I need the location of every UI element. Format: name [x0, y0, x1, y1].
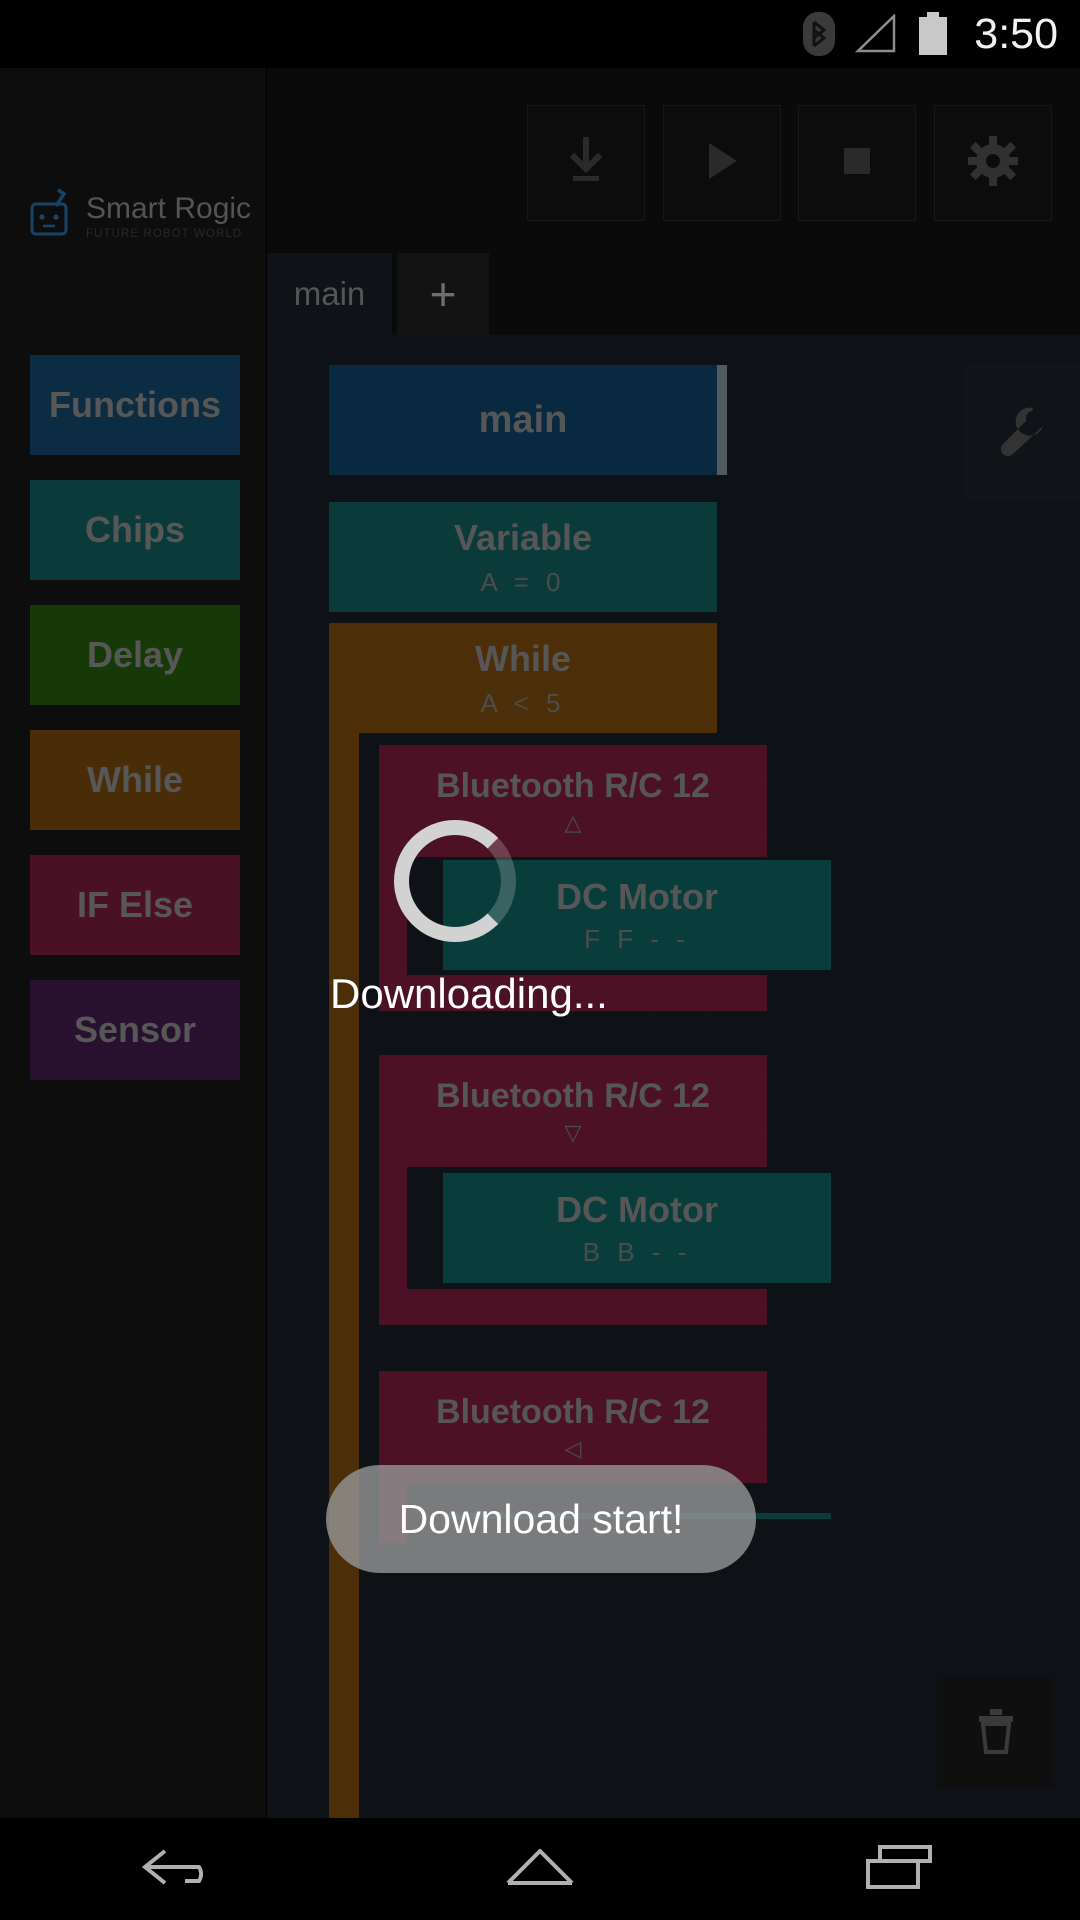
home-button[interactable] — [465, 1818, 615, 1920]
android-navigation-bar — [0, 1818, 1080, 1920]
back-arrow-icon — [137, 1843, 223, 1896]
home-icon — [502, 1843, 578, 1896]
loading-spinner — [394, 820, 516, 942]
signal-icon — [854, 14, 898, 54]
toast-message: Download start! — [326, 1465, 756, 1573]
status-bar: 3:50 — [0, 0, 1080, 68]
bluetooth-icon — [802, 11, 836, 57]
back-button[interactable] — [105, 1818, 255, 1920]
device-screen: 3:50 Smart Rogic FUTURE ROBOT WORLD Func… — [0, 0, 1080, 1920]
progress-text: Downloading... — [330, 970, 608, 1017]
battery-icon — [916, 11, 950, 57]
progress-dialog: Downloading... — [330, 820, 608, 1018]
recents-button[interactable] — [825, 1818, 975, 1920]
toast-text: Download start! — [398, 1495, 684, 1542]
recents-icon — [862, 1841, 938, 1898]
clock: 3:50 — [974, 9, 1058, 58]
